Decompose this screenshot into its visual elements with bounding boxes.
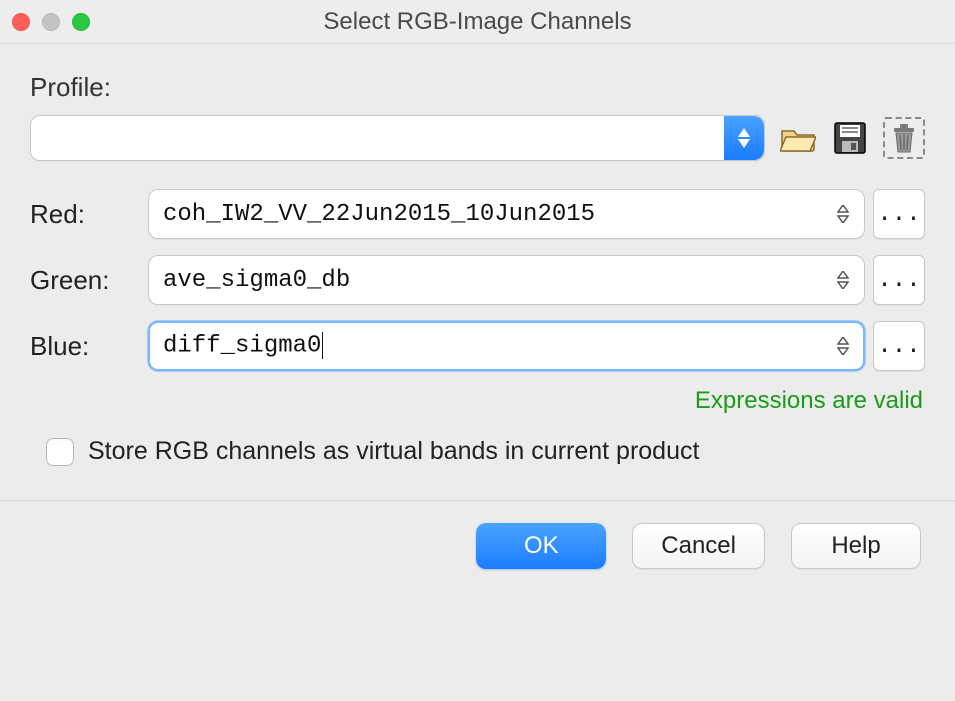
green-label: Green:: [30, 265, 140, 296]
help-button[interactable]: Help: [791, 523, 921, 569]
dialog-buttons: OK Cancel Help: [30, 523, 925, 569]
blue-value: diff_sigma0: [163, 332, 830, 360]
cancel-button[interactable]: Cancel: [632, 523, 765, 569]
window-title: Select RGB-Image Channels: [0, 8, 955, 36]
close-icon[interactable]: [12, 13, 30, 31]
validation-message: Expressions are valid: [30, 387, 923, 415]
chevron-up-down-icon[interactable]: [830, 195, 856, 233]
chevron-up-down-icon[interactable]: [830, 327, 856, 365]
channel-row-green: Green: ave_sigma0_db ...: [30, 255, 925, 305]
floppy-save-icon[interactable]: [831, 119, 869, 157]
store-checkbox[interactable]: [46, 438, 74, 466]
blue-input[interactable]: diff_sigma0: [148, 321, 865, 371]
green-expression-button[interactable]: ...: [873, 255, 925, 305]
dialog-content: Profile:: [0, 44, 955, 589]
red-label: Red:: [30, 199, 140, 230]
window-controls: [12, 13, 90, 31]
store-checkbox-row: Store RGB channels as virtual bands in c…: [46, 437, 925, 466]
red-input[interactable]: coh_IW2_VV_22Jun2015_10Jun2015: [148, 189, 865, 239]
blue-label: Blue:: [30, 331, 140, 362]
red-value: coh_IW2_VV_22Jun2015_10Jun2015: [163, 201, 830, 228]
channel-row-blue: Blue: diff_sigma0 ...: [30, 321, 925, 371]
chevron-up-down-icon[interactable]: [724, 116, 764, 160]
store-checkbox-label: Store RGB channels as virtual bands in c…: [88, 437, 699, 466]
profile-row: [30, 115, 925, 161]
maximize-icon[interactable]: [72, 13, 90, 31]
separator: [0, 500, 955, 501]
open-folder-icon[interactable]: [779, 119, 817, 157]
profile-select[interactable]: [30, 115, 765, 161]
red-expression-button[interactable]: ...: [873, 189, 925, 239]
green-value: ave_sigma0_db: [163, 267, 830, 294]
trash-icon[interactable]: [883, 117, 925, 159]
profile-select-value: [31, 116, 724, 160]
ok-button[interactable]: OK: [476, 523, 606, 569]
chevron-up-down-icon[interactable]: [830, 261, 856, 299]
channel-row-red: Red: coh_IW2_VV_22Jun2015_10Jun2015 ...: [30, 189, 925, 239]
text-cursor: [322, 332, 323, 358]
titlebar: Select RGB-Image Channels: [0, 0, 955, 44]
profile-label: Profile:: [30, 72, 925, 103]
blue-expression-button[interactable]: ...: [873, 321, 925, 371]
minimize-icon: [42, 13, 60, 31]
green-input[interactable]: ave_sigma0_db: [148, 255, 865, 305]
